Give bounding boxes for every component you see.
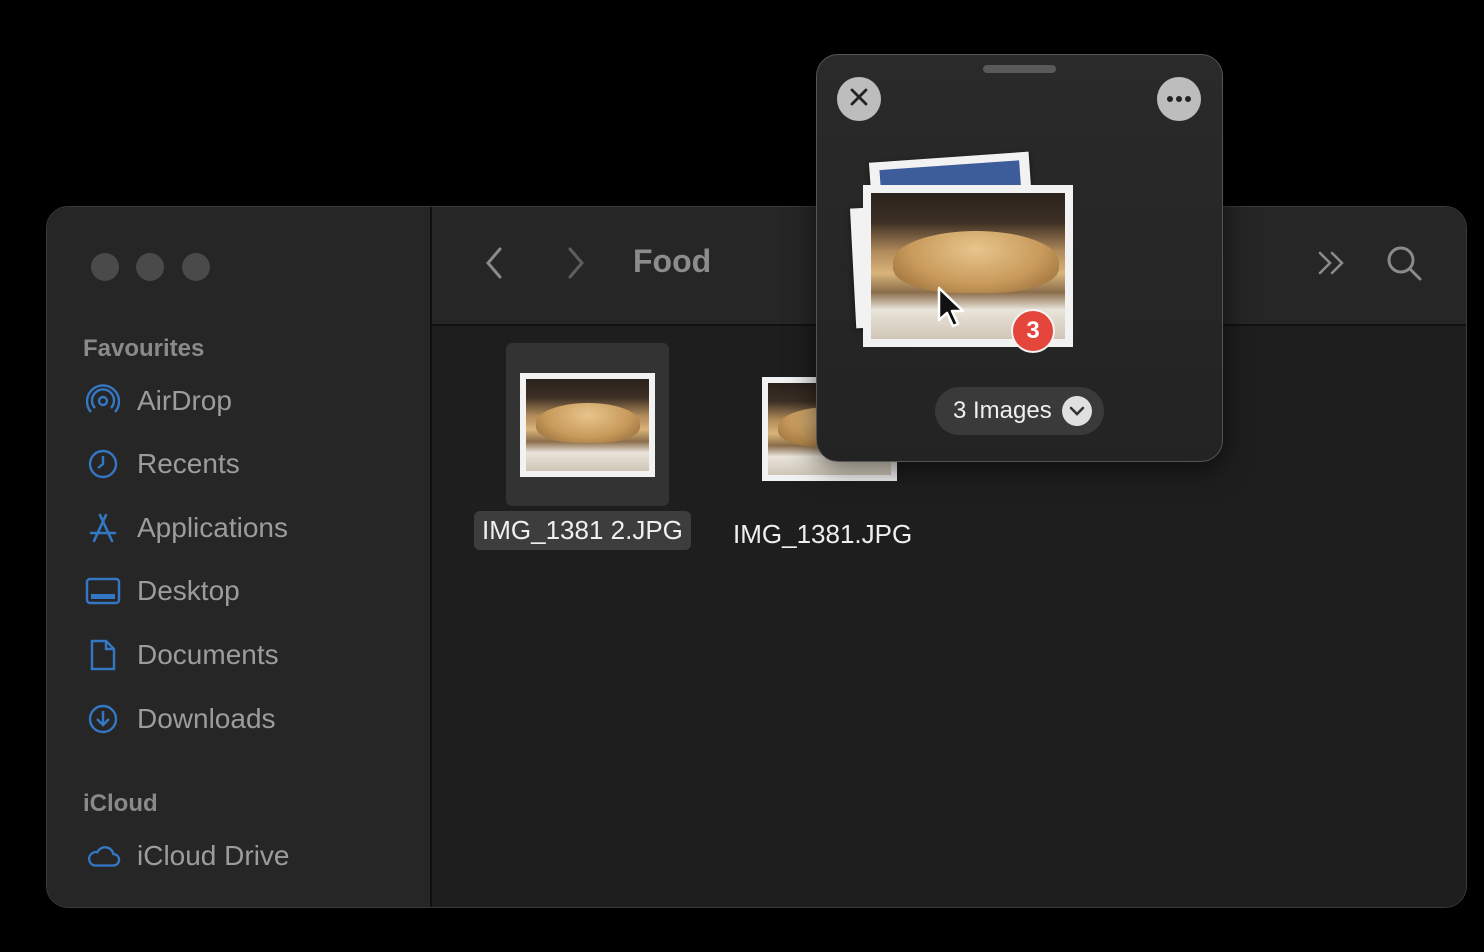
close-window-button[interactable] (91, 253, 119, 281)
airdrop-icon (85, 383, 121, 419)
sidebar-item-airdrop[interactable]: AirDrop (85, 381, 232, 421)
drag-handle[interactable] (983, 65, 1056, 73)
sidebar-item-desktop[interactable]: Desktop (85, 571, 240, 611)
zoom-window-button[interactable] (182, 253, 210, 281)
sidebar-item-label: Applications (137, 512, 288, 543)
sidebar-item-downloads[interactable]: Downloads (85, 699, 276, 739)
forward-button[interactable] (558, 247, 594, 283)
toolbar-overflow-button[interactable] (1314, 247, 1350, 283)
sidebar-section-icloud: iCloud (83, 790, 158, 817)
mouse-cursor-icon (937, 286, 967, 328)
file-thumbnail (520, 373, 655, 477)
window-title: Food (633, 243, 712, 279)
sidebar-item-label: AirDrop (137, 385, 232, 416)
finder-window: Favourites AirDrop Recents Applications … (46, 206, 1467, 908)
sidebar-item-recents[interactable]: Recents (85, 444, 240, 484)
search-icon (1385, 244, 1423, 287)
file-item[interactable]: IMG_1381 2.JPG (474, 343, 696, 553)
item-count-badge: 3 (1011, 309, 1055, 353)
sidebar-item-label: Downloads (137, 703, 276, 734)
sidebar-item-label: Recents (137, 448, 240, 479)
search-button[interactable] (1386, 246, 1422, 283)
sidebar-item-label: Documents (137, 639, 279, 670)
document-icon (85, 637, 121, 673)
more-options-button[interactable] (1157, 77, 1201, 121)
sidebar-item-documents[interactable]: Documents (85, 635, 279, 675)
drag-shelf-popover[interactable]: 3 3 Images (816, 54, 1223, 462)
clock-icon (85, 446, 121, 482)
chevron-right-icon (566, 246, 586, 285)
sidebar-item-icloud-drive[interactable]: iCloud Drive (85, 836, 290, 876)
sidebar-item-label: iCloud Drive (137, 840, 290, 871)
chevron-down-icon (1061, 396, 1092, 426)
file-name: IMG_1381 2.JPG (474, 511, 691, 550)
applications-icon (85, 510, 121, 546)
close-icon (850, 88, 868, 111)
cloud-icon (85, 838, 121, 874)
chevron-left-icon (484, 246, 504, 285)
file-name: IMG_1381.JPG (733, 519, 913, 549)
close-button[interactable] (837, 77, 881, 121)
sidebar-item-label: Desktop (137, 575, 240, 606)
ellipsis-icon (1166, 90, 1192, 108)
double-chevron-right-icon (1316, 250, 1348, 281)
back-button[interactable] (476, 247, 512, 283)
sidebar-section-favourites: Favourites (83, 335, 205, 362)
images-count-label: 3 Images (953, 397, 1052, 424)
minimize-window-button[interactable] (136, 253, 164, 281)
sidebar-item-applications[interactable]: Applications (85, 508, 288, 548)
download-icon (85, 701, 121, 737)
desktop-icon (85, 573, 121, 609)
images-count-dropdown[interactable]: 3 Images (935, 387, 1104, 435)
sidebar: Favourites AirDrop Recents Applications … (47, 207, 432, 907)
